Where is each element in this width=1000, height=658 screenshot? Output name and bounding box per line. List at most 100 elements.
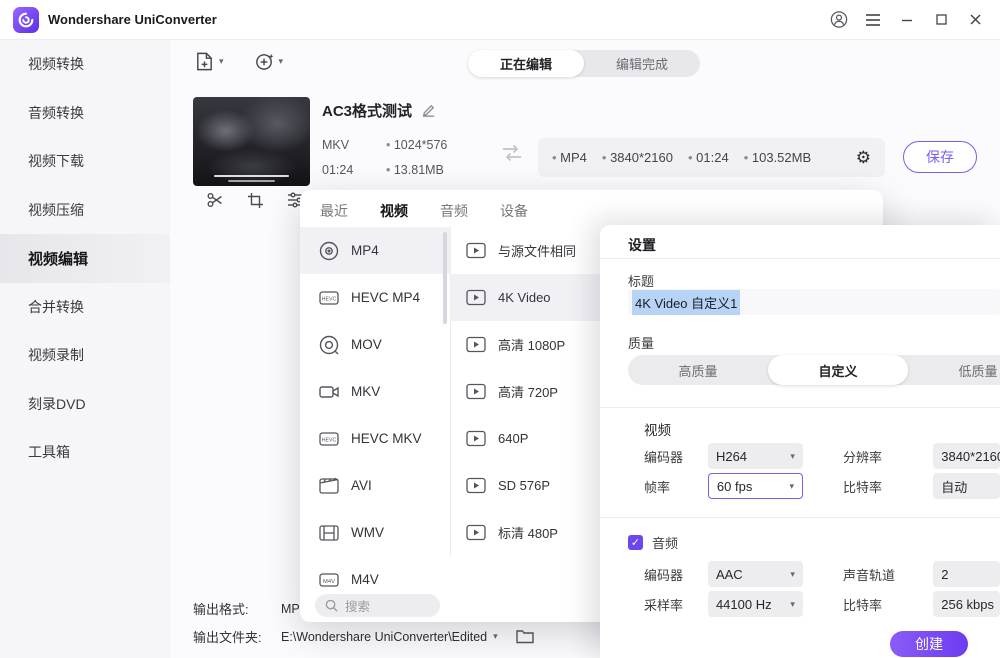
tab-editing[interactable]: 正在编辑 <box>468 50 584 77</box>
rename-icon[interactable] <box>421 103 436 118</box>
format-label: M4V <box>351 572 379 587</box>
source-size: 13.81MB <box>386 163 447 177</box>
selected-text: 4K Video 自定义1 <box>632 290 740 315</box>
divider <box>600 517 1000 518</box>
scrollbar[interactable] <box>443 232 447 324</box>
video-bitrate-select[interactable]: 自动 <box>933 473 1000 499</box>
audio-track-value: 2 <box>941 567 948 582</box>
add-media-button[interactable]: ▾ <box>254 51 284 72</box>
tab-video[interactable]: 视频 <box>380 201 408 221</box>
audio-encoder-select[interactable]: AAC ▾ <box>708 561 803 587</box>
sidebar-item-video-download[interactable]: 视频下载 <box>0 137 170 186</box>
video-encoder-select[interactable]: H264 ▾ <box>708 443 803 469</box>
format-item-mp4[interactable]: MP4 <box>300 227 450 274</box>
preset-item-same-as-source[interactable]: 与源文件相同 <box>451 227 611 274</box>
add-media-icon <box>254 51 275 72</box>
search-placeholder: 搜索 <box>345 596 370 615</box>
video-thumbnail[interactable] <box>193 97 310 186</box>
preset-label: 标清 480P <box>498 523 558 542</box>
sidebar-item-video-edit[interactable]: 视频编辑 <box>0 234 170 283</box>
svg-text:M4V: M4V <box>323 578 335 584</box>
sidebar-item-label: 音频转换 <box>28 103 84 123</box>
preset-item-720p[interactable]: 高清 720P <box>451 368 611 415</box>
tab-recent[interactable]: 最近 <box>320 201 348 221</box>
divider <box>600 407 1000 408</box>
gear-icon[interactable]: ⚙ <box>856 149 871 166</box>
sidebar-item-burn-dvd[interactable]: 刻录DVD <box>0 380 170 429</box>
framerate-row: 帧率 60 fps ▾ 比特率 自动 <box>644 473 1000 499</box>
preset-item-480p[interactable]: 标清 480P <box>451 509 611 556</box>
sidebar-item-screen-record[interactable]: 视频录制 <box>0 331 170 380</box>
target-size: 103.52MB <box>744 150 811 165</box>
audio-bitrate-label: 比特率 <box>843 595 933 614</box>
sidebar-item-audio-convert[interactable]: 音频转换 <box>0 89 170 138</box>
file-info: AC3格式测试 MKV 1024*576 01:24 13.81MB <box>322 100 447 177</box>
format-label: AVI <box>351 478 372 493</box>
chevron-down-icon: ▾ <box>279 56 284 67</box>
preset-item-640p[interactable]: 640P <box>451 415 611 462</box>
output-format-label: 输出格式: <box>193 599 281 618</box>
video-section-label: 视频 <box>644 419 671 439</box>
video-preset-icon <box>466 383 486 400</box>
framerate-select[interactable]: 60 fps ▾ <box>708 473 803 499</box>
audio-section-header: ✓ 音频 <box>628 533 678 552</box>
video-preset-icon <box>466 477 486 494</box>
crop-icon[interactable] <box>247 192 264 209</box>
tab-device[interactable]: 设备 <box>500 201 528 221</box>
preset-label: 高清 720P <box>498 382 558 401</box>
preset-item-4k-video[interactable]: 4K Video <box>451 274 611 321</box>
quality-option-high[interactable]: 高质量 <box>628 355 768 385</box>
audio-track-select[interactable]: 2 <box>933 561 1000 587</box>
create-button[interactable]: 创建 <box>890 631 968 657</box>
audio-section-label: 音频 <box>652 533 678 552</box>
target-resolution: 3840*2160 <box>602 150 673 165</box>
add-file-button[interactable]: ▾ <box>194 51 224 72</box>
quality-option-custom[interactable]: 自定义 <box>768 355 908 385</box>
quality-option-low[interactable]: 低质量 <box>908 355 1000 385</box>
search-input[interactable]: 搜索 <box>315 594 440 617</box>
preset-label: 高清 1080P <box>498 335 565 354</box>
format-item-avi[interactable]: AVI <box>300 462 450 509</box>
trim-icon[interactable] <box>206 191 224 209</box>
tab-edit-done[interactable]: 编辑完成 <box>584 50 700 77</box>
mkv-format-icon <box>318 381 340 403</box>
audio-bitrate-select[interactable]: 256 kbps <box>933 591 1000 617</box>
audio-checkbox[interactable]: ✓ <box>628 535 643 550</box>
output-folder-select[interactable]: E:\Wondershare UniConverter\Edited ▾ <box>281 630 498 644</box>
video-preset-icon <box>466 524 486 541</box>
convert-arrow-icon <box>500 142 524 169</box>
open-folder-icon[interactable] <box>516 629 534 644</box>
search-icon <box>325 599 338 612</box>
sidebar-item-video-convert[interactable]: 视频转换 <box>0 40 170 89</box>
video-encoder-value: H264 <box>716 449 747 464</box>
title-field-input[interactable]: 4K Video 自定义1 <box>628 289 1000 315</box>
preset-label: SD 576P <box>498 478 550 493</box>
tab-audio[interactable]: 音频 <box>440 201 468 221</box>
file-title: AC3格式测试 <box>322 100 412 121</box>
sidebar-item-merge-convert[interactable]: 合并转换 <box>0 283 170 332</box>
close-button[interactable] <box>966 11 984 29</box>
account-icon[interactable] <box>830 11 848 29</box>
preset-item-1080p[interactable]: 高清 1080P <box>451 321 611 368</box>
sample-rate-select[interactable]: 44100 Hz ▾ <box>708 591 803 617</box>
minimize-button[interactable] <box>898 11 916 29</box>
format-item-hevc-mp4[interactable]: HEVC HEVC MP4 <box>300 274 450 321</box>
format-item-mov[interactable]: MOV <box>300 321 450 368</box>
preset-label: 640P <box>498 431 528 446</box>
format-item-mkv[interactable]: MKV <box>300 368 450 415</box>
format-item-hevc-mkv[interactable]: HEVC HEVC MKV <box>300 415 450 462</box>
sidebar-item-toolbox[interactable]: 工具箱 <box>0 428 170 477</box>
resolution-select[interactable]: 3840*2160 <box>933 443 1000 469</box>
sidebar-item-label: 视频录制 <box>28 345 84 365</box>
maximize-button[interactable] <box>932 11 950 29</box>
output-folder-label: 输出文件夹: <box>193 627 281 646</box>
menu-icon[interactable] <box>864 11 882 29</box>
main-toolbar: ▾ ▾ <box>194 51 283 72</box>
target-settings-box[interactable]: MP4 3840*2160 01:24 103.52MB ⚙ <box>538 138 885 177</box>
add-file-icon <box>194 51 215 72</box>
preset-item-sd-576p[interactable]: SD 576P <box>451 462 611 509</box>
save-button[interactable]: 保存 <box>903 141 977 173</box>
svg-text:HEVC: HEVC <box>322 437 337 443</box>
sidebar-item-video-compress[interactable]: 视频压缩 <box>0 186 170 235</box>
format-item-wmv[interactable]: WMV <box>300 509 450 556</box>
